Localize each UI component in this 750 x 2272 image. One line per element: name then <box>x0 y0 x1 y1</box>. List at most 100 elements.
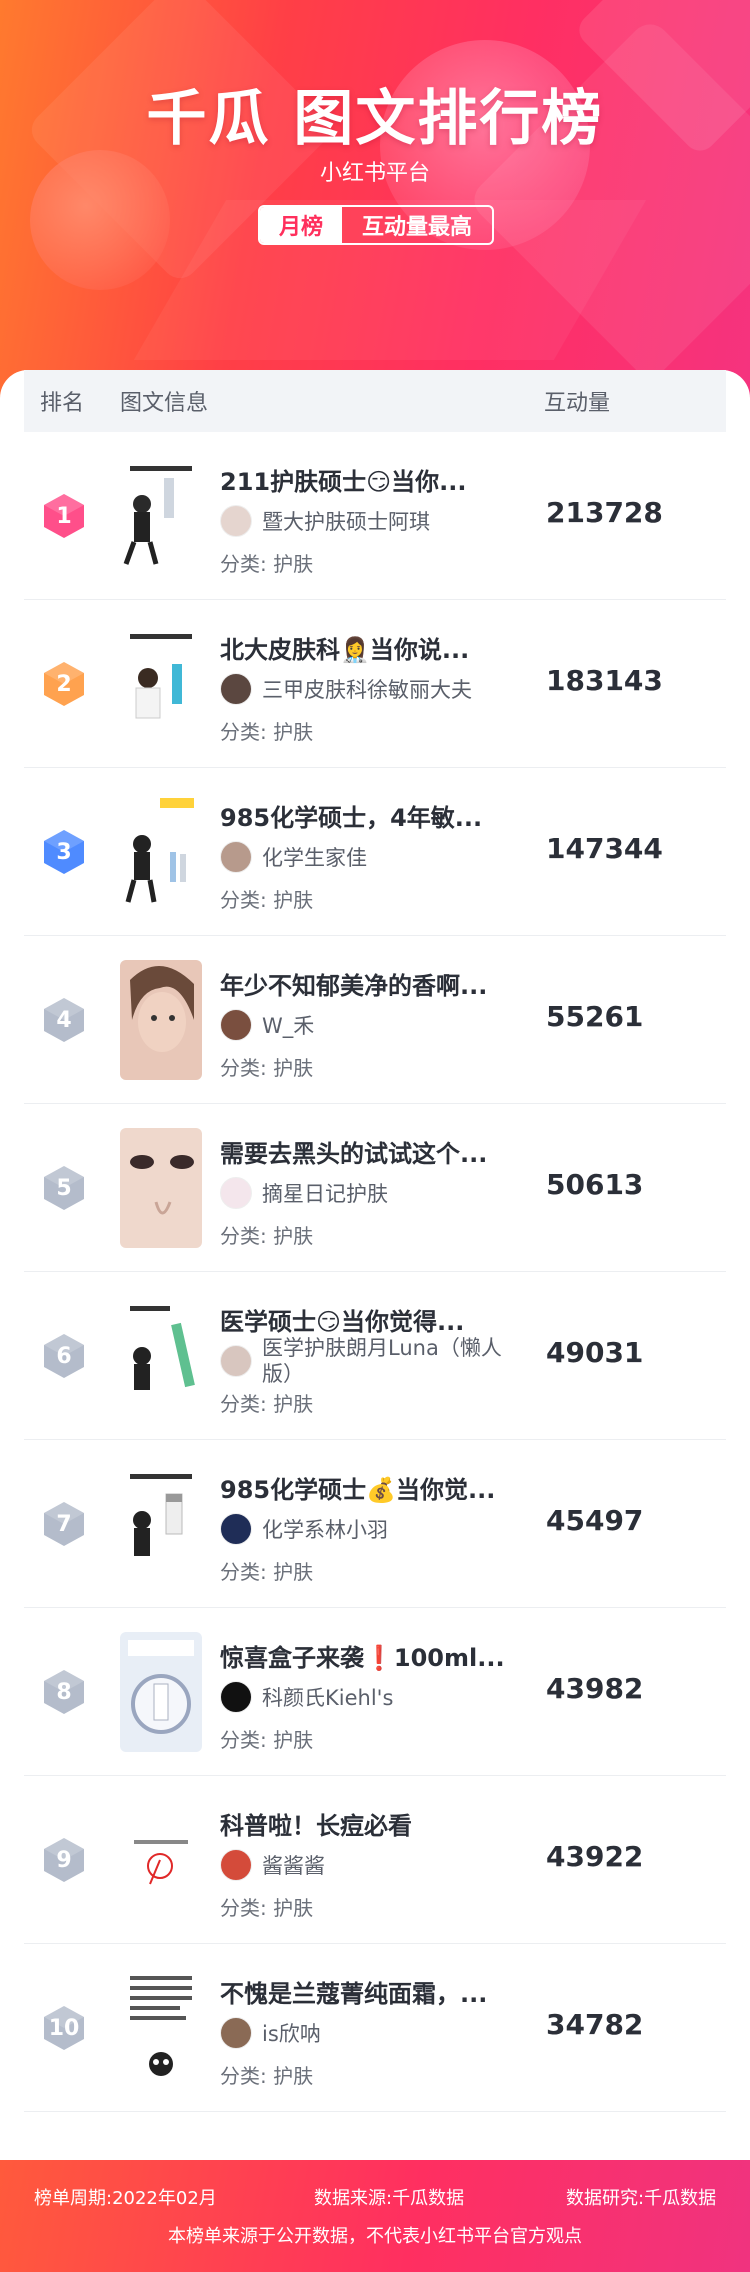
rank-number: 8 <box>56 1679 72 1705</box>
rank-number: 10 <box>48 2015 80 2041</box>
ranking-row[interactable]: 4 年少不知郁美净的香啊... W_禾 分类: 护肤 55261 <box>24 936 726 1104</box>
header-banner: 千瓜 图文排行榜 小红书平台 月榜 互动量最高 <box>0 0 750 420</box>
post-author[interactable]: 化学生家佳 <box>220 840 520 874</box>
avatar <box>220 1009 252 1041</box>
post-category: 分类: 护肤 <box>220 1560 314 1584</box>
post-title[interactable]: 惊喜盒子来袭❗100ml... <box>220 1638 520 1673</box>
post-thumbnail[interactable] <box>120 456 202 576</box>
interaction-count: 49031 <box>546 1336 644 1369</box>
post-category: 分类: 护肤 <box>220 1896 314 1920</box>
author-name: 三甲皮肤科徐敏丽大夫 <box>262 678 472 702</box>
avatar <box>220 1681 252 1713</box>
rank-badge: 9 <box>42 1836 86 1884</box>
post-author[interactable]: is欣呐 <box>220 2016 520 2050</box>
ranking-row[interactable]: 5 需要去黑头的试试这个... 摘星日记护肤分类: 护肤 50613 <box>24 1104 726 1272</box>
rank-badge: 6 <box>42 1332 86 1380</box>
rank-number: 1 <box>56 503 72 529</box>
post-title[interactable]: 年少不知郁美净的香啊... <box>220 966 520 1001</box>
footer-research: 数据研究:千瓜数据 <box>566 2188 717 2209</box>
author-name: 科颜氏Kiehl's <box>262 1686 394 1710</box>
post-thumbnail[interactable] <box>120 1632 202 1752</box>
author-name: 化学生家佳 <box>262 846 367 870</box>
rank-number: 4 <box>56 1007 72 1033</box>
post-title[interactable]: 北大皮肤科👩‍⚕️当你说... <box>220 630 520 665</box>
ranking-row[interactable]: 9 科普啦！长痘必看 酱酱酱分类: 护肤 43922 <box>24 1776 726 1944</box>
ranking-row[interactable]: 8 惊喜盒子来袭❗100ml... 科颜氏Kiehl's 分类: 护肤 43982 <box>24 1608 726 1776</box>
author-name: W_禾 <box>262 1014 315 1038</box>
author-name: 摘星日记护肤 <box>262 1182 388 1206</box>
post-category: 分类: 护肤 <box>220 1224 314 1248</box>
post-author[interactable]: 摘星日记护肤 <box>220 1176 520 1210</box>
footer-source: 数据来源:千瓜数据 <box>314 2188 465 2209</box>
col-interaction-header: 互动量 <box>544 391 611 416</box>
ranking-row[interactable]: 10 不愧是兰蔻菁纯面霜，... is欣呐 分类: 护肤 34782 <box>24 1944 726 2112</box>
interaction-count: 45497 <box>546 1504 644 1537</box>
post-category: 分类: 护肤 <box>220 552 314 576</box>
post-category: 分类: 护肤 <box>220 888 314 912</box>
post-author[interactable]: W_禾 <box>220 1008 520 1042</box>
post-thumbnail[interactable] <box>120 1296 202 1416</box>
post-thumbnail[interactable] <box>120 1128 202 1248</box>
post-author[interactable]: 暨大护肤硕士阿琪 <box>220 504 520 538</box>
avatar <box>220 2017 252 2049</box>
ranking-type-badge: 月榜 互动量最高 <box>258 205 494 245</box>
avatar <box>220 1513 252 1545</box>
post-thumbnail[interactable] <box>120 1464 202 1584</box>
interaction-count: 50613 <box>546 1168 644 1201</box>
author-name: 暨大护肤硕士阿琪 <box>262 510 430 534</box>
post-title[interactable]: 985化学硕士，4年敏... <box>220 798 520 833</box>
post-thumbnail[interactable] <box>120 1800 202 1920</box>
rank-badge: 2 <box>42 660 86 708</box>
col-rank-header: 排名 <box>40 391 85 416</box>
interaction-count: 213728 <box>546 496 663 529</box>
post-thumbnail[interactable] <box>120 624 202 744</box>
rank-badge: 10 <box>42 2004 86 2052</box>
interaction-count: 34782 <box>546 2008 644 2041</box>
post-title[interactable]: 医学硕士😏当你觉得... <box>220 1302 520 1337</box>
rank-badge: 1 <box>42 492 86 540</box>
post-author[interactable]: 三甲皮肤科徐敏丽大夫 <box>220 672 520 706</box>
post-author[interactable]: 化学系林小羽 <box>220 1512 520 1546</box>
author-name: 医学护肤朗月Luna（懒人版） <box>262 1336 502 1386</box>
post-author[interactable]: 科颜氏Kiehl's <box>220 1680 520 1714</box>
table-header: 排名 图文信息 互动量 <box>24 370 726 432</box>
post-title[interactable]: 需要去黑头的试试这个... <box>220 1134 520 1169</box>
footer-period: 榜单周期:2022年02月 <box>34 2188 217 2209</box>
post-title[interactable]: 不愧是兰蔻菁纯面霜，... <box>220 1974 520 2009</box>
rank-number: 9 <box>56 1847 72 1873</box>
rank-badge: 8 <box>42 1668 86 1716</box>
avatar <box>220 505 252 537</box>
post-title[interactable]: 985化学硕士💰当你觉... <box>220 1470 520 1505</box>
avatar <box>220 1177 252 1209</box>
author-name: 化学系林小羽 <box>262 1518 388 1542</box>
ranking-row[interactable]: 7 985化学硕士💰当你觉... 化学系林小羽 分类: 护肤 45497 <box>24 1440 726 1608</box>
platform-subtitle: 小红书平台 <box>319 161 430 186</box>
rank-number: 6 <box>56 1343 72 1369</box>
footer-disclaimer: 本榜单来源于公开数据，不代表小红书平台官方观点 <box>168 2226 582 2247</box>
post-thumbnail[interactable] <box>120 792 202 912</box>
ranking-row[interactable]: 3 985化学硕士，4年敏... 化学生家佳分类: 护肤 147344 <box>24 768 726 936</box>
post-thumbnail[interactable] <box>120 1968 202 2088</box>
ranking-row[interactable]: 1 211护肤硕士😏当你... 暨大护肤硕士阿琪分类: 护肤 213728 <box>24 432 726 600</box>
interaction-count: 147344 <box>546 832 663 865</box>
ranking-row[interactable]: 6 医学硕士😏当你觉得... 医学护肤朗月Luna（懒人版） 分类: 护肤 49031 <box>24 1272 726 1440</box>
rank-number: 3 <box>56 839 72 865</box>
rank-badge: 5 <box>42 1164 86 1212</box>
interaction-count: 43922 <box>546 1840 644 1873</box>
avatar <box>220 1345 252 1377</box>
rank-number: 2 <box>56 671 72 697</box>
post-title[interactable]: 211护肤硕士😏当你... <box>220 462 520 497</box>
post-category: 分类: 护肤 <box>220 1392 314 1416</box>
footer: 榜单周期:2022年02月 数据来源:千瓜数据 数据研究:千瓜数据 本榜单来源于… <box>0 2160 750 2272</box>
author-name: is欣呐 <box>262 2022 321 2046</box>
ranking-row[interactable]: 2 北大皮肤科👩‍⚕️当你说... 三甲皮肤科徐敏丽大夫 分类: 护肤 183143 <box>24 600 726 768</box>
badge-period: 月榜 <box>260 207 342 243</box>
rank-badge: 4 <box>42 996 86 1044</box>
page-title: 千瓜 图文排行榜 <box>146 84 604 154</box>
post-author[interactable]: 酱酱酱 <box>220 1848 520 1882</box>
post-category: 分类: 护肤 <box>220 720 314 744</box>
avatar <box>220 841 252 873</box>
post-thumbnail[interactable] <box>120 960 202 1080</box>
post-author[interactable]: 医学护肤朗月Luna（懒人版） <box>220 1336 520 1386</box>
post-title[interactable]: 科普啦！长痘必看 <box>220 1806 520 1841</box>
